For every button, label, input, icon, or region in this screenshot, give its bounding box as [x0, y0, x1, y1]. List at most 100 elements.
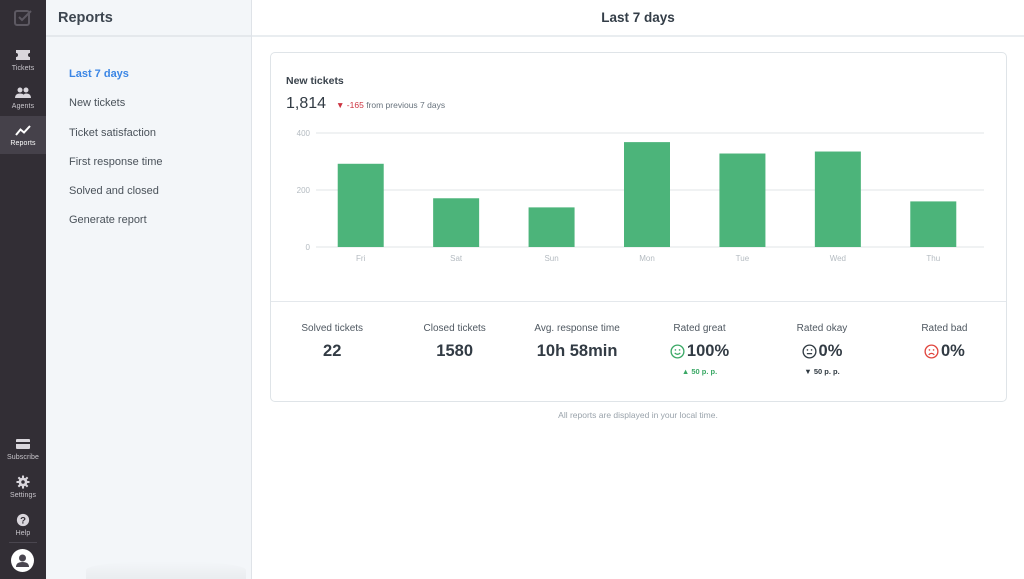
stat-label: Rated bad: [921, 323, 968, 334]
new-tickets-chart: 0 200 400 Fri Sat Sun Mon Tue Wed Thu: [286, 123, 991, 273]
bar-chart: 0 200 400 Fri Sat Sun Mon Tue Wed Thu: [297, 129, 984, 263]
x-tick-label: Tue: [736, 254, 750, 263]
y-tick-label: 200: [297, 186, 311, 195]
stat-value: 10h 58min: [516, 342, 638, 361]
stat-label: Rated okay: [796, 323, 848, 334]
stat-rated-great: Rated great 100% ▲ 50 p. p.: [638, 323, 760, 376]
chart-title: New tickets: [286, 75, 344, 87]
stat-value: 1580: [393, 342, 515, 361]
main-content: Last 7 days New tickets 1,814 ▼ -165 fro…: [252, 0, 1024, 579]
main-header: Last 7 days: [252, 0, 1024, 37]
smile-icon: [670, 344, 685, 359]
bar-tue[interactable]: [719, 153, 766, 247]
bar-fri[interactable]: [337, 163, 384, 247]
stat-avg-response-time: Avg. response time 10h 58min: [516, 323, 638, 376]
help-icon: ?: [16, 513, 30, 527]
rail-item-help[interactable]: ? Help: [0, 506, 46, 544]
reports-icon: [15, 125, 31, 136]
sidebar-item-ticket-satisfaction[interactable]: Ticket satisfaction: [46, 126, 251, 155]
sidebar-header: Reports: [46, 0, 251, 37]
rail-divider: [9, 542, 37, 543]
stat-label: Rated great: [673, 323, 726, 334]
bar-sun[interactable]: [528, 207, 575, 247]
bar-wed[interactable]: [814, 151, 861, 247]
app-logo-icon[interactable]: [14, 9, 32, 26]
stat-value-text: 0%: [940, 342, 965, 360]
rail-item-label: Tickets: [11, 65, 35, 72]
stat-value: 100%: [638, 342, 760, 361]
ticket-icon: [16, 50, 30, 60]
sidebar-menu: Last 7 days New tickets Ticket satisfact…: [46, 37, 251, 243]
stat-label: Closed tickets: [423, 323, 486, 334]
credit-card-icon: [16, 439, 30, 449]
bar-sat[interactable]: [433, 198, 480, 247]
card-divider: [271, 301, 1006, 302]
stat-value-text: 22: [323, 342, 342, 360]
rail-item-label: Settings: [9, 492, 37, 499]
triangle-down-icon: ▼: [336, 100, 345, 110]
rail-item-tickets[interactable]: Tickets: [0, 41, 46, 79]
rail-item-label: Reports: [10, 140, 36, 147]
x-tick-label: Sun: [544, 254, 558, 263]
rail-item-subscribe[interactable]: Subscribe: [0, 430, 46, 468]
reports-sidebar: Reports Last 7 days New tickets Ticket s…: [46, 0, 252, 579]
stats-row: Solved tickets 22 Closed tickets 1580 Av…: [271, 323, 1006, 376]
delta-text: from previous 7 days: [366, 100, 446, 110]
stat-value-text: 100%: [686, 342, 730, 360]
stat-closed-tickets: Closed tickets 1580: [393, 323, 515, 376]
stat-value-text: 0%: [818, 342, 843, 360]
local-time-footnote: All reports are displayed in your local …: [558, 410, 718, 420]
svg-text:?: ?: [20, 516, 26, 527]
bar-thu[interactable]: [910, 201, 957, 247]
frown-icon: [924, 344, 939, 359]
stat-change-text: 50 p. p.: [813, 367, 840, 376]
x-tick-label: Sat: [450, 254, 463, 263]
user-avatar[interactable]: [11, 549, 34, 572]
neutral-face-icon: [801, 344, 817, 359]
x-tick-label: Mon: [639, 254, 655, 263]
nav-rail: Tickets Agents Reports Subscribe Setting…: [0, 0, 46, 579]
ticket-delta: ▼ -165 from previous 7 days: [336, 100, 445, 110]
stat-change: ▼ 50 p. p.: [761, 367, 883, 376]
stat-value: 0%: [761, 342, 883, 361]
rail-item-label: Subscribe: [6, 454, 40, 461]
stat-rated-bad: Rated bad 0%: [883, 323, 1005, 376]
rail-item-agents[interactable]: Agents: [0, 79, 46, 117]
stat-value: 0%: [883, 342, 1005, 361]
gear-icon: [16, 475, 30, 489]
sidebar-title: Reports: [58, 9, 113, 26]
rail-item-label: Agents: [11, 103, 35, 110]
rail-item-settings[interactable]: Settings: [0, 468, 46, 506]
rail-item-reports[interactable]: Reports: [0, 116, 46, 154]
sidebar-item-solved-and-closed[interactable]: Solved and closed: [46, 184, 251, 213]
stat-label: Solved tickets: [301, 323, 364, 334]
x-tick-label: Wed: [830, 254, 846, 263]
x-tick-label: Fri: [356, 254, 366, 263]
bar-mon[interactable]: [624, 142, 670, 247]
y-tick-label: 400: [297, 129, 311, 138]
user-icon: [16, 554, 29, 567]
rail-item-label: Help: [15, 530, 31, 537]
stat-label: Avg. response time: [534, 323, 620, 334]
sidebar-shadow: [86, 561, 246, 579]
sidebar-item-generate-report[interactable]: Generate report: [46, 213, 251, 242]
y-tick-label: 0: [306, 243, 311, 252]
sidebar-item-last-7-days[interactable]: Last 7 days: [46, 67, 251, 96]
stat-change-text: 50 p. p.: [691, 367, 718, 376]
stat-value-text: 10h 58min: [536, 342, 618, 360]
stat-rated-okay: Rated okay 0% ▼ 50 p. p.: [761, 323, 883, 376]
stat-solved-tickets: Solved tickets 22: [271, 323, 393, 376]
triangle-up-icon: ▲: [681, 367, 690, 376]
stat-change: ▲ 50 p. p.: [638, 367, 760, 376]
page-title: Last 7 days: [601, 10, 675, 25]
agents-icon: [15, 87, 31, 98]
stat-value: 22: [271, 342, 393, 361]
total-tickets: 1,814: [286, 95, 327, 112]
report-card: New tickets 1,814 ▼ -165 from previous 7…: [270, 52, 1007, 402]
delta-value: -165: [346, 100, 364, 110]
sidebar-item-new-tickets[interactable]: New tickets: [46, 96, 251, 125]
sidebar-item-first-response-time[interactable]: First response time: [46, 155, 251, 184]
triangle-down-icon: ▼: [804, 367, 812, 376]
stat-value-text: 1580: [436, 342, 474, 360]
x-tick-label: Thu: [926, 254, 940, 263]
